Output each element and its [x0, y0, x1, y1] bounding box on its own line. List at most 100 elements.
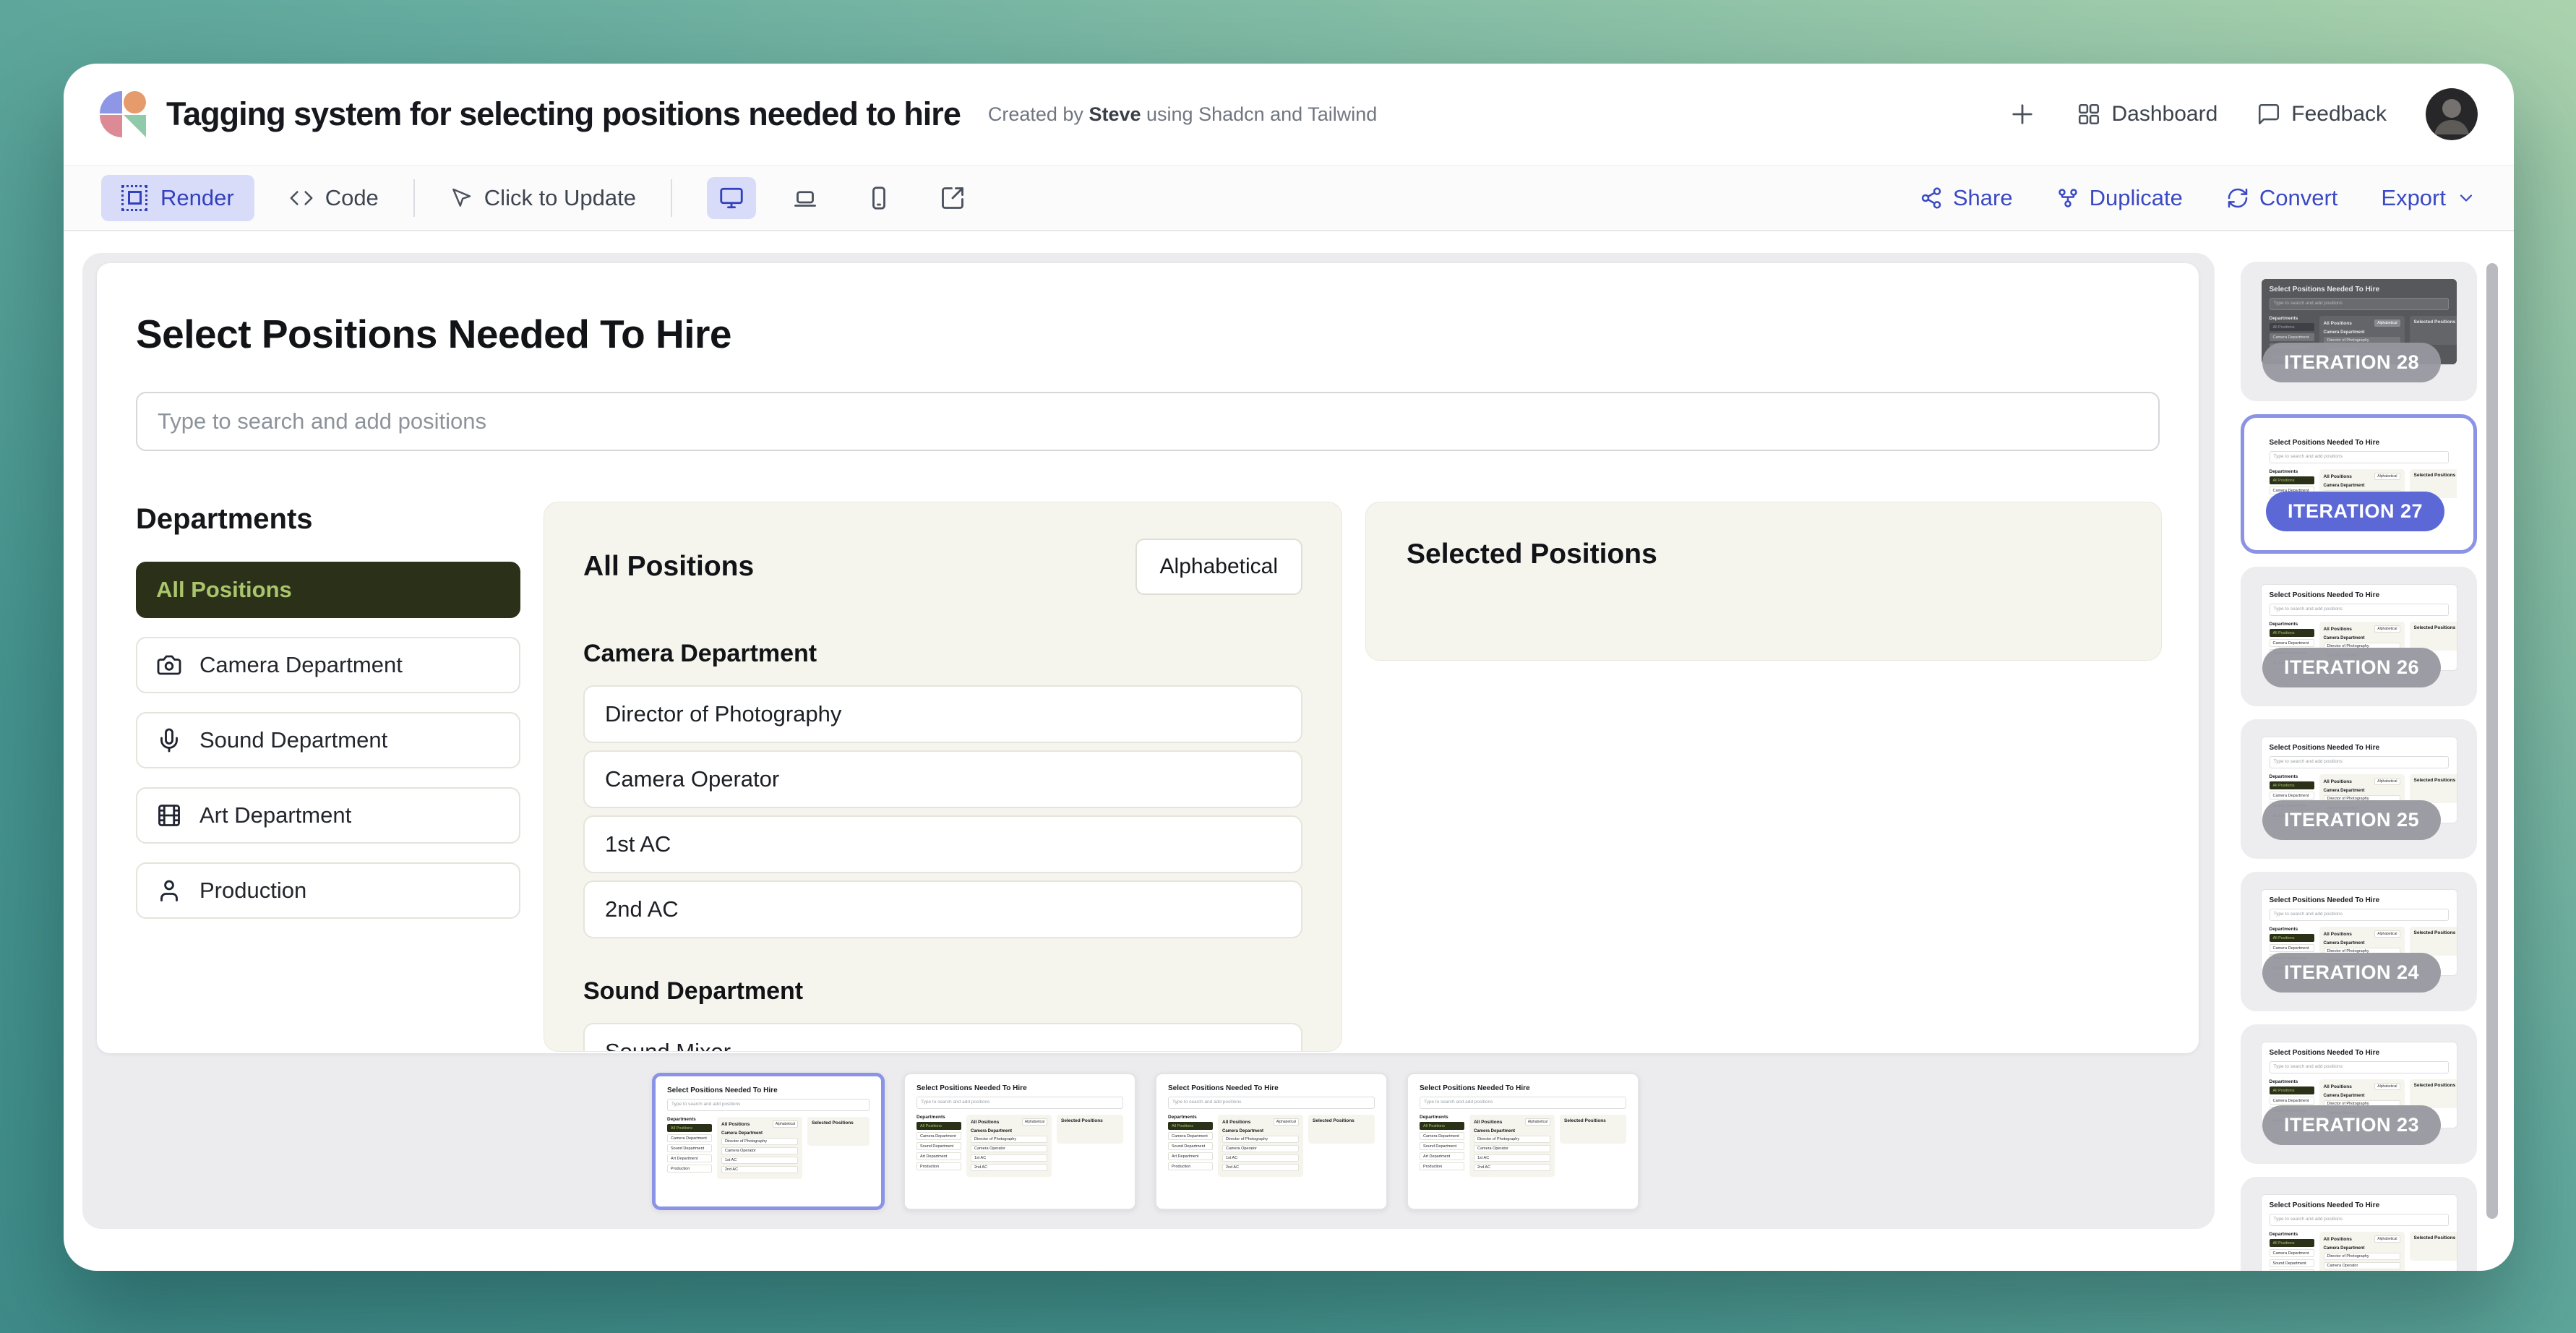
- mini-department-item: Production: [916, 1162, 961, 1170]
- iteration-card-28[interactable]: Select Positions Needed To Hire Type to …: [2241, 262, 2477, 401]
- position-item[interactable]: Camera Operator: [583, 750, 1302, 808]
- mini-positions-title: All Positions: [1474, 1120, 1502, 1125]
- iteration-card-24[interactable]: Select Positions Needed To Hire Type to …: [2241, 872, 2477, 1011]
- mini-selected-title: Selected Positions: [2414, 1235, 2456, 1240]
- iteration-card-25[interactable]: Select Positions Needed To Hire Type to …: [2241, 719, 2477, 859]
- created-by-prefix: Created by: [988, 103, 1083, 125]
- mini-positions-title: All Positions: [2324, 321, 2352, 326]
- mini-sort-button: Alphabetical: [2374, 1083, 2400, 1090]
- dashboard-button[interactable]: Dashboard: [2077, 102, 2217, 127]
- selected-positions-title: Selected Positions: [1407, 539, 2121, 570]
- version-thumbnail[interactable]: Select Positions Needed To Hire Type to …: [903, 1073, 1136, 1210]
- all-positions-panel: All Positions Alphabetical Camera Depart…: [544, 502, 1342, 1052]
- mini-departments-heading: Departments: [916, 1115, 961, 1120]
- magic-patterns-logo[interactable]: [100, 91, 146, 137]
- iteration-card-26[interactable]: Select Positions Needed To Hire Type to …: [2241, 567, 2477, 706]
- mini-position-item: 1st AC: [1474, 1154, 1550, 1162]
- mini-position-item: Director of Photography: [721, 1138, 798, 1145]
- mini-sort-button: Alphabetical: [2374, 778, 2400, 785]
- feedback-label: Feedback: [2291, 102, 2387, 127]
- alphabetical-sort-button[interactable]: Alphabetical: [1135, 539, 1302, 595]
- click-to-update-label: Click to Update: [484, 185, 636, 211]
- mini-position-item: Camera Operator: [1474, 1145, 1550, 1152]
- click-to-update-button[interactable]: Click to Update: [450, 185, 636, 211]
- department-button-all-positions[interactable]: All Positions: [136, 562, 520, 618]
- position-item[interactable]: 2nd AC: [583, 880, 1302, 938]
- mini-departments-heading: Departments: [2270, 927, 2314, 932]
- department-button-camera[interactable]: Camera Department: [136, 637, 520, 693]
- feedback-button[interactable]: Feedback: [2257, 102, 2387, 127]
- mini-department-selected: All Positions: [667, 1124, 712, 1132]
- created-by-suffix: using Shadcn and Tailwind: [1141, 103, 1378, 125]
- mini-columns: Departments All Positions Camera Departm…: [2270, 1232, 2449, 1271]
- convert-button[interactable]: Convert: [2226, 185, 2338, 211]
- desktop-view-toggle[interactable]: [707, 177, 756, 219]
- mini-position-item: Director of Photography: [2324, 1253, 2400, 1260]
- version-thumbnail[interactable]: Select Positions Needed To Hire Type to …: [1407, 1073, 1639, 1210]
- mini-selected-panel: Selected Positions: [1308, 1115, 1375, 1144]
- mini-departments-heading: Departments: [2270, 774, 2314, 779]
- mobile-view-toggle[interactable]: [854, 177, 903, 219]
- mini-search-input: Type to search and add positions: [2270, 1214, 2449, 1226]
- department-label: Camera Department: [199, 652, 403, 678]
- mini-department-selected: All Positions: [2270, 629, 2314, 637]
- content-columns: Departments All Positions Camera Departm…: [136, 502, 2160, 1052]
- app-preview: Select Positions Needed To Hire Departme…: [97, 263, 2199, 1053]
- open-preview-icon[interactable]: [928, 177, 977, 219]
- mini-department-selected: All Positions: [2270, 1239, 2314, 1247]
- code-tab[interactable]: Code: [289, 185, 379, 211]
- mini-departments-heading: Departments: [2270, 1079, 2314, 1084]
- mini-sort-button: Alphabetical: [2374, 930, 2400, 938]
- desktop-background: Tagging system for selecting positions n…: [0, 0, 2576, 1333]
- mini-departments: Departments All Positions Camera Departm…: [1420, 1115, 1464, 1173]
- department-button-sound[interactable]: Sound Department: [136, 712, 520, 768]
- mini-search-input: Type to search and add positions: [2270, 604, 2449, 616]
- department-label: All Positions: [156, 577, 292, 603]
- selected-positions-panel: Selected Positions: [1365, 502, 2162, 661]
- duplicate-button[interactable]: Duplicate: [2056, 185, 2183, 211]
- iteration-badge: ITERATION 23: [2262, 1105, 2441, 1145]
- iteration-card-23[interactable]: Select Positions Needed To Hire Type to …: [2241, 1024, 2477, 1164]
- avatar[interactable]: [2426, 88, 2478, 140]
- department-button-production[interactable]: Production: [136, 862, 520, 919]
- position-item[interactable]: Sound Mixer: [583, 1023, 1302, 1052]
- mini-heading: Select Positions Needed To Hire: [2270, 439, 2449, 447]
- mini-heading: Select Positions Needed To Hire: [2270, 744, 2449, 752]
- version-thumbnail-selected[interactable]: Select Positions Needed To Hire Type to …: [652, 1073, 885, 1210]
- mini-sort-button: Alphabetical: [2374, 473, 2400, 480]
- iteration-card-27[interactable]: Select Positions Needed To Hire Type to …: [2241, 414, 2477, 554]
- mini-selected-title: Selected Positions: [1061, 1118, 1119, 1123]
- logo-triangle-green: [124, 115, 146, 137]
- mini-department-item: Camera Department: [2270, 333, 2314, 341]
- departments-column: Departments All Positions Camera Departm…: [136, 502, 520, 1052]
- export-dropdown[interactable]: Export: [2381, 185, 2476, 211]
- mini-department-item: Camera Department: [2270, 1097, 2314, 1105]
- sidebar-scrollbar[interactable]: [2486, 263, 2498, 1219]
- version-thumbnail[interactable]: Select Positions Needed To Hire Type to …: [1155, 1073, 1388, 1210]
- share-button[interactable]: Share: [1920, 185, 2013, 211]
- mini-departments: Departments All Positions Camera Departm…: [916, 1115, 961, 1173]
- mini-selected-title: Selected Positions: [2414, 320, 2456, 325]
- position-item[interactable]: Director of Photography: [583, 685, 1302, 743]
- mini-selected-panel: Selected Positions: [807, 1117, 870, 1146]
- iteration-badge: ITERATION 28: [2262, 343, 2441, 382]
- mini-selected-title: Selected Positions: [812, 1120, 865, 1126]
- mini-heading: Select Positions Needed To Hire: [2270, 896, 2449, 904]
- mini-position-item: Director of Photography: [1222, 1136, 1299, 1143]
- mini-selected-panel: Selected Positions: [1057, 1115, 1123, 1144]
- mini-department-item: Camera Department: [2270, 1249, 2314, 1257]
- department-button-art[interactable]: Art Department: [136, 787, 520, 844]
- laptop-view-toggle[interactable]: [781, 177, 830, 219]
- render-tab[interactable]: Render: [101, 175, 254, 221]
- mini-group-heading: Camera Department: [2324, 1094, 2400, 1098]
- iteration-card-partial[interactable]: Select Positions Needed To Hire Type to …: [2241, 1177, 2477, 1271]
- mini-department-item: Sound Department: [2270, 1259, 2314, 1267]
- plus-icon[interactable]: [2007, 99, 2038, 129]
- mini-department-selected: All Positions: [2270, 781, 2314, 789]
- mini-department-selected: All Positions: [2270, 476, 2314, 484]
- search-input[interactable]: [136, 392, 2160, 451]
- mini-search-input: Type to search and add positions: [916, 1097, 1123, 1109]
- position-item[interactable]: 1st AC: [583, 815, 1302, 873]
- render-label: Render: [160, 185, 234, 211]
- mini-selected-title: Selected Positions: [2414, 625, 2456, 630]
